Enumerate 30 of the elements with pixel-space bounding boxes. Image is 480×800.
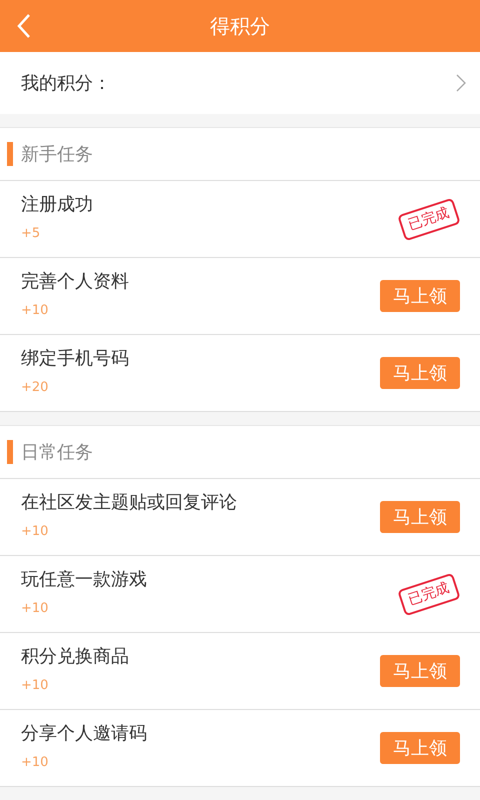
page-title: 得积分 <box>210 13 270 40</box>
task-points: +10 <box>21 677 50 696</box>
claim-button[interactable]: 马上领 <box>380 501 460 533</box>
claim-button[interactable]: 马上领 <box>380 280 460 312</box>
task-points: +10 <box>21 600 50 618</box>
my-points-label: 我的积分： <box>21 72 111 96</box>
chevron-icon <box>456 74 466 92</box>
task-name: 玩任意一款游戏 <box>21 569 147 592</box>
task-name: 绑定手机号码 <box>21 348 129 370</box>
task-name: 注册成功 <box>21 194 93 216</box>
section-title: 日常任务 <box>21 440 93 464</box>
task-name: 积分兑换商品 <box>21 646 129 668</box>
claim-button[interactable]: 马上领 <box>380 655 460 687</box>
claim-button[interactable]: 马上领 <box>380 732 460 764</box>
task-name: 分享个人邀请码 <box>21 723 147 746</box>
task-points: +10 <box>21 523 50 542</box>
back-icon[interactable] <box>16 13 32 39</box>
section-marker <box>7 440 13 464</box>
task-name: 完善个人资料 <box>21 271 129 294</box>
completed-stamp: 已完成 <box>397 197 461 241</box>
completed-stamp: 已完成 <box>397 572 461 616</box>
section-title: 新手任务 <box>21 142 93 166</box>
task-points: +5 <box>21 225 42 244</box>
task-points: +20 <box>21 379 50 398</box>
task-points: +10 <box>21 302 50 320</box>
my-points-row[interactable]: 我的积分： <box>0 52 480 114</box>
section-marker <box>7 142 13 166</box>
claim-button[interactable]: 马上领 <box>380 357 460 389</box>
task-points: +10 <box>21 754 50 772</box>
task-name: 在社区发主题贴或回复评论 <box>21 492 237 514</box>
